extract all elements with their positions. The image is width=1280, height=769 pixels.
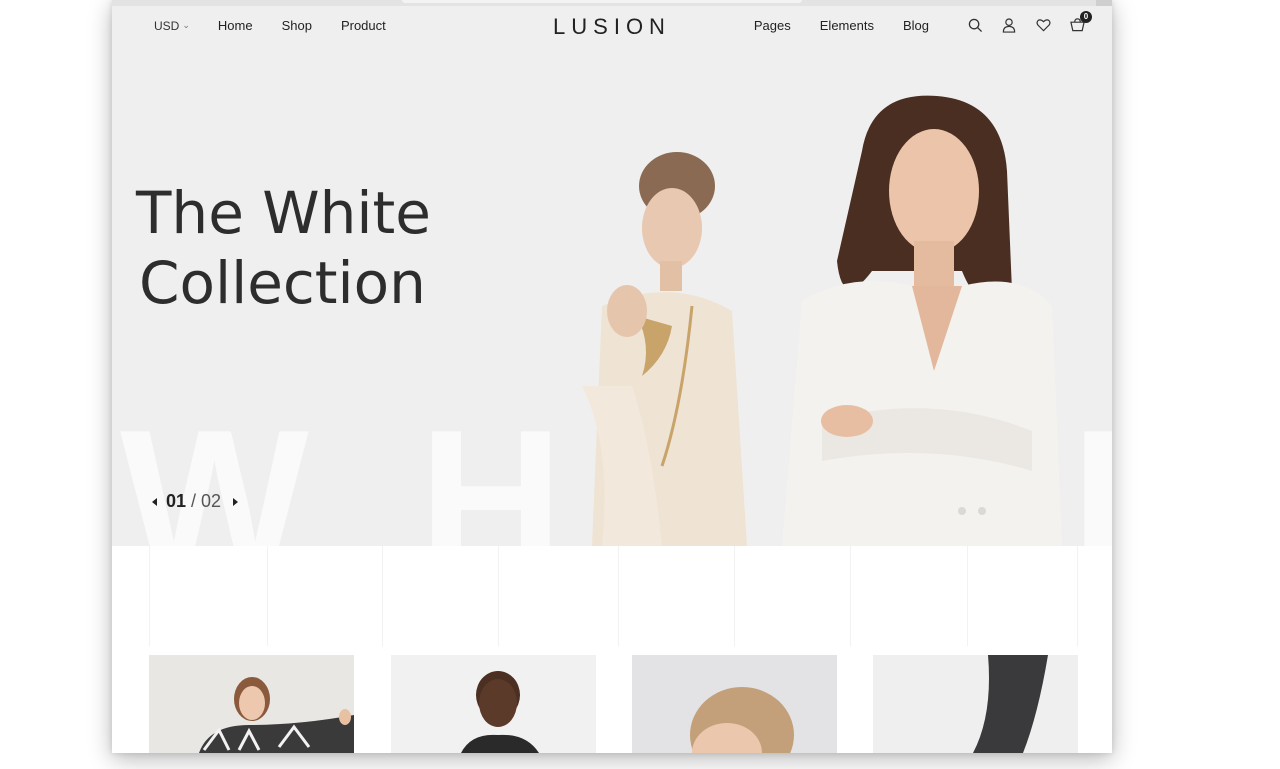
tab-handle[interactable] <box>402 0 802 3</box>
cart-icon[interactable]: 0 <box>1068 11 1092 34</box>
site-header: USD ⌄ Home Shop Product LUSION Pages Ele… <box>112 6 1112 46</box>
grid-divider <box>382 546 383 646</box>
hero-title-line2: Collection <box>139 249 426 317</box>
header-icons: 0 <box>950 11 1092 34</box>
heart-icon[interactable] <box>1034 16 1052 34</box>
total-slides-number: 02 <box>201 491 222 511</box>
nav-right: Pages Elements Blog <box>725 18 929 33</box>
grid-divider <box>498 546 499 646</box>
product-section <box>112 546 1112 753</box>
user-icon[interactable] <box>1000 16 1018 34</box>
nav-elements[interactable]: Elements <box>820 18 874 33</box>
nav-blog[interactable]: Blog <box>903 18 929 33</box>
search-icon[interactable] <box>966 16 984 34</box>
slide-separator: / <box>191 491 197 511</box>
hero-title: The White Collection <box>136 178 466 318</box>
grid-divider <box>850 546 851 646</box>
hero-slider: WHITE USD <box>112 6 1112 546</box>
product-card-image[interactable] <box>391 655 596 753</box>
hero-model-right-image <box>782 95 1062 546</box>
grid-divider <box>734 546 735 646</box>
grid-divider <box>1077 546 1078 646</box>
slider-controls: 01 / 02 <box>152 491 239 512</box>
hero-title-line1: The White <box>136 179 431 247</box>
product-card-image[interactable] <box>632 655 837 753</box>
grid-divider <box>267 546 268 646</box>
next-slide-button[interactable] <box>233 497 239 506</box>
nav-pages[interactable]: Pages <box>754 18 791 33</box>
current-slide-number: 01 <box>166 491 187 511</box>
cart-count-badge: 0 <box>1080 11 1092 23</box>
prev-slide-button[interactable] <box>152 497 157 506</box>
hero-model-left-image <box>582 152 747 546</box>
product-card-image[interactable] <box>149 655 354 753</box>
grid-divider <box>149 546 150 646</box>
grid-divider <box>967 546 968 646</box>
grid-divider <box>618 546 619 646</box>
product-card-image[interactable] <box>873 655 1078 753</box>
browser-window: WHITE USD <box>112 0 1112 753</box>
